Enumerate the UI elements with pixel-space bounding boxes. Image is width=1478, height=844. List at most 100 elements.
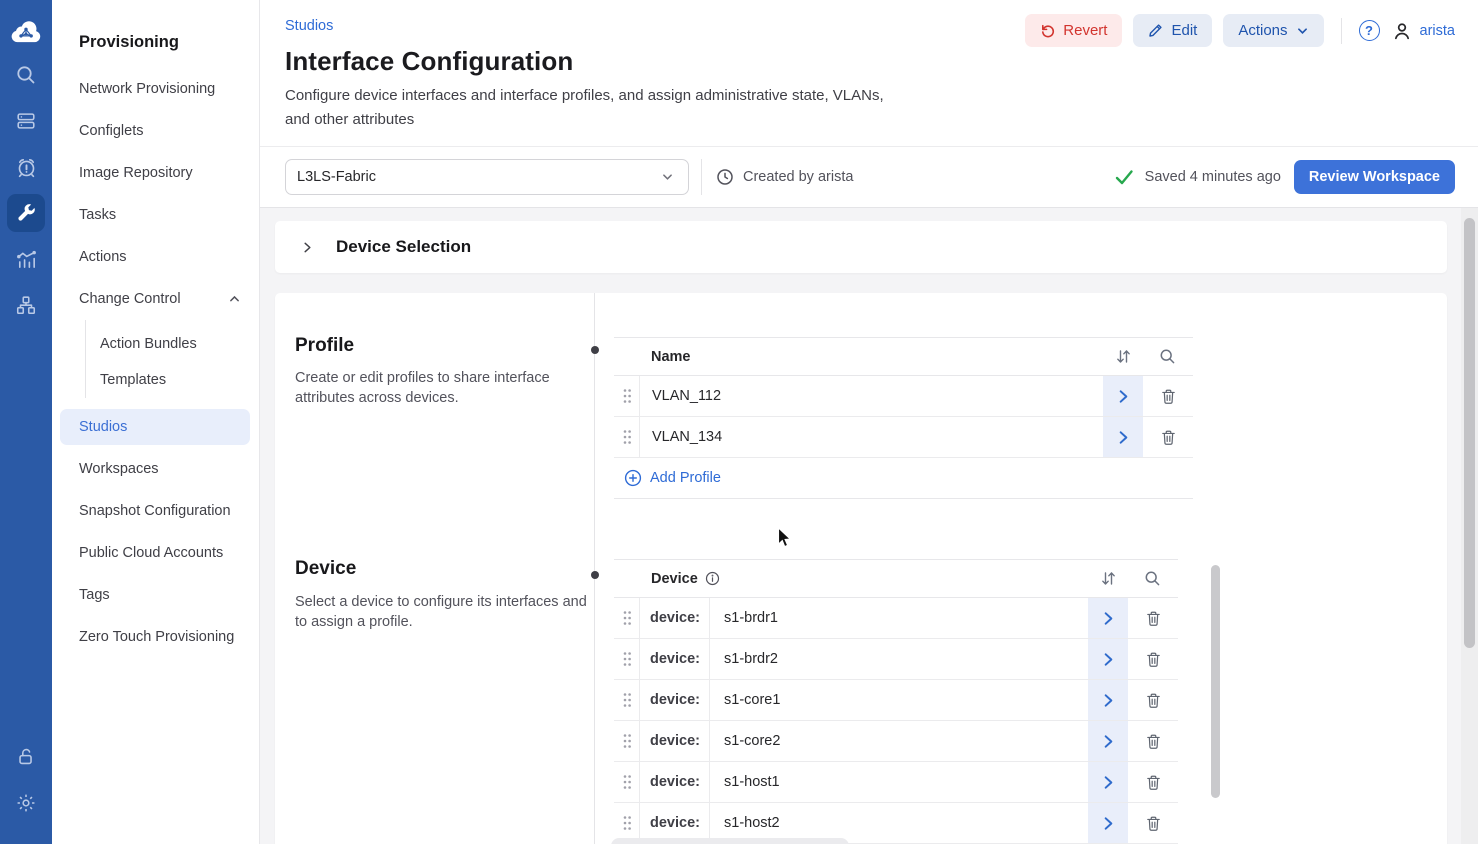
nav-item-change-control[interactable]: Change Control	[52, 278, 259, 320]
drag-handle-icon[interactable]	[614, 680, 640, 720]
drag-handle-icon[interactable]	[614, 803, 640, 843]
revert-button[interactable]: Revert	[1025, 14, 1122, 47]
clock-icon	[716, 168, 734, 186]
delete-device-button[interactable]	[1128, 680, 1178, 720]
provisioning-rail-button[interactable]	[0, 190, 52, 236]
page-title: Interface Configuration	[285, 46, 573, 77]
nav-item[interactable]: Network Provisioning	[52, 68, 259, 110]
settings-rail-button[interactable]	[0, 780, 52, 826]
breadcrumb-studios[interactable]: Studios	[285, 18, 333, 34]
topology-rail-button[interactable]	[0, 282, 52, 328]
device-tag-label: device:	[640, 762, 710, 802]
header-actions: Revert Edit Actions ? arista	[1025, 14, 1455, 47]
created-by: Created by arista	[716, 168, 853, 186]
open-profile-button[interactable]	[1103, 417, 1143, 457]
search-rail-button[interactable]	[0, 52, 52, 98]
search-icon[interactable]	[1159, 348, 1176, 365]
unlock-rail-button[interactable]	[0, 734, 52, 780]
profile-table-body: VLAN_112	[614, 376, 1193, 458]
content-area: Device Selection Profile Create or edit …	[260, 208, 1478, 844]
open-device-button[interactable]	[1088, 762, 1128, 802]
delete-profile-button[interactable]	[1143, 376, 1193, 416]
wrench-icon	[15, 202, 37, 224]
delete-device-button[interactable]	[1128, 762, 1178, 802]
profile-section-title: Profile	[295, 335, 354, 357]
device-table-body: device: s1-brdr1	[614, 598, 1178, 844]
nav-item[interactable]: Zero Touch Provisioning	[52, 616, 259, 658]
profile-section-description: Create or edit profiles to share interfa…	[295, 368, 587, 408]
drag-handle-icon[interactable]	[614, 721, 640, 761]
page-description: Configure device interfaces and interfac…	[285, 84, 897, 132]
open-profile-button[interactable]	[1103, 376, 1143, 416]
actions-dropdown-button[interactable]: Actions	[1223, 14, 1323, 47]
device-row: device: s1-core1	[614, 680, 1178, 721]
profile-name[interactable]: VLAN_134	[640, 417, 1103, 457]
device-name[interactable]: s1-core1	[710, 680, 1088, 720]
search-icon[interactable]	[1144, 570, 1161, 587]
drag-handle-icon[interactable]	[614, 376, 640, 416]
delete-profile-button[interactable]	[1143, 417, 1193, 457]
device-inventory-icon	[15, 110, 37, 132]
nav-item[interactable]: Image Repository	[52, 152, 259, 194]
open-device-button[interactable]	[1088, 721, 1128, 761]
alarm-icon	[15, 156, 38, 179]
delete-device-button[interactable]	[1128, 639, 1178, 679]
add-profile-button[interactable]: Add Profile	[624, 469, 721, 487]
check-icon	[1114, 168, 1134, 186]
nav-item[interactable]: Actions	[52, 236, 259, 278]
nav-item[interactable]: Tags	[52, 574, 259, 616]
device-name[interactable]: s1-host1	[710, 762, 1088, 802]
devices-rail-button[interactable]	[0, 98, 52, 144]
drag-handle-icon[interactable]	[614, 762, 640, 802]
nav-subitem[interactable]: Action Bundles	[86, 326, 259, 362]
device-name[interactable]: s1-core2	[710, 721, 1088, 761]
user-menu[interactable]: arista	[1391, 20, 1455, 42]
help-button[interactable]: ?	[1359, 20, 1380, 41]
workspace-select[interactable]: L3LS-Fabric	[285, 159, 689, 195]
page-scrollbar-thumb[interactable]	[1464, 218, 1475, 648]
drag-handle-icon[interactable]	[614, 639, 640, 679]
nav-item[interactable]: Snapshot Configuration	[52, 490, 259, 532]
header-divider	[1341, 18, 1342, 44]
delete-device-button[interactable]	[1128, 803, 1178, 843]
open-device-button[interactable]	[1088, 680, 1128, 720]
cloudvision-logo-icon[interactable]	[0, 12, 52, 52]
device-name[interactable]: s1-host2	[710, 803, 1088, 843]
open-device-button[interactable]	[1088, 598, 1128, 638]
nav-item[interactable]: Tasks	[52, 194, 259, 236]
nav-item[interactable]: Public Cloud Accounts	[52, 532, 259, 574]
info-icon[interactable]	[705, 571, 720, 586]
nav-item[interactable]: Workspaces	[52, 448, 259, 490]
profile-name[interactable]: VLAN_112	[640, 376, 1103, 416]
username: arista	[1420, 23, 1455, 39]
nav-item-studios-selected[interactable]: Studios	[60, 409, 250, 445]
device-section-title: Device	[295, 558, 356, 580]
page-header: Studios Interface Configuration Configur…	[260, 0, 1478, 146]
sort-icon[interactable]	[1115, 348, 1132, 365]
nav-item[interactable]: Configlets	[52, 110, 259, 152]
drag-handle-icon[interactable]	[614, 598, 640, 638]
sort-icon[interactable]	[1100, 570, 1117, 587]
add-profile-row: Add Profile	[614, 458, 1193, 499]
edit-button[interactable]: Edit	[1133, 14, 1212, 47]
drag-handle-icon[interactable]	[614, 417, 640, 457]
device-name[interactable]: s1-brdr2	[710, 639, 1088, 679]
device-tag-label: device:	[640, 639, 710, 679]
device-row: device: s1-core2	[614, 721, 1178, 762]
device-table-scrollbar[interactable]	[1211, 565, 1220, 798]
delete-device-button[interactable]	[1128, 598, 1178, 638]
open-device-button[interactable]	[1088, 803, 1128, 843]
profile-marker-dot	[591, 346, 599, 354]
open-device-button[interactable]	[1088, 639, 1128, 679]
delete-device-button[interactable]	[1128, 721, 1178, 761]
review-workspace-button[interactable]: Review Workspace	[1294, 160, 1455, 194]
events-rail-button[interactable]	[0, 144, 52, 190]
device-table: Device	[614, 559, 1178, 844]
nav-subitem[interactable]: Templates	[86, 362, 259, 398]
device-section-description: Select a device to configure its interfa…	[295, 592, 587, 632]
metrics-chart-icon	[15, 248, 38, 271]
device-name[interactable]: s1-brdr1	[710, 598, 1088, 638]
device-selection-section[interactable]: Device Selection	[275, 221, 1447, 273]
dashboards-rail-button[interactable]	[0, 236, 52, 282]
unlock-icon	[15, 746, 37, 768]
